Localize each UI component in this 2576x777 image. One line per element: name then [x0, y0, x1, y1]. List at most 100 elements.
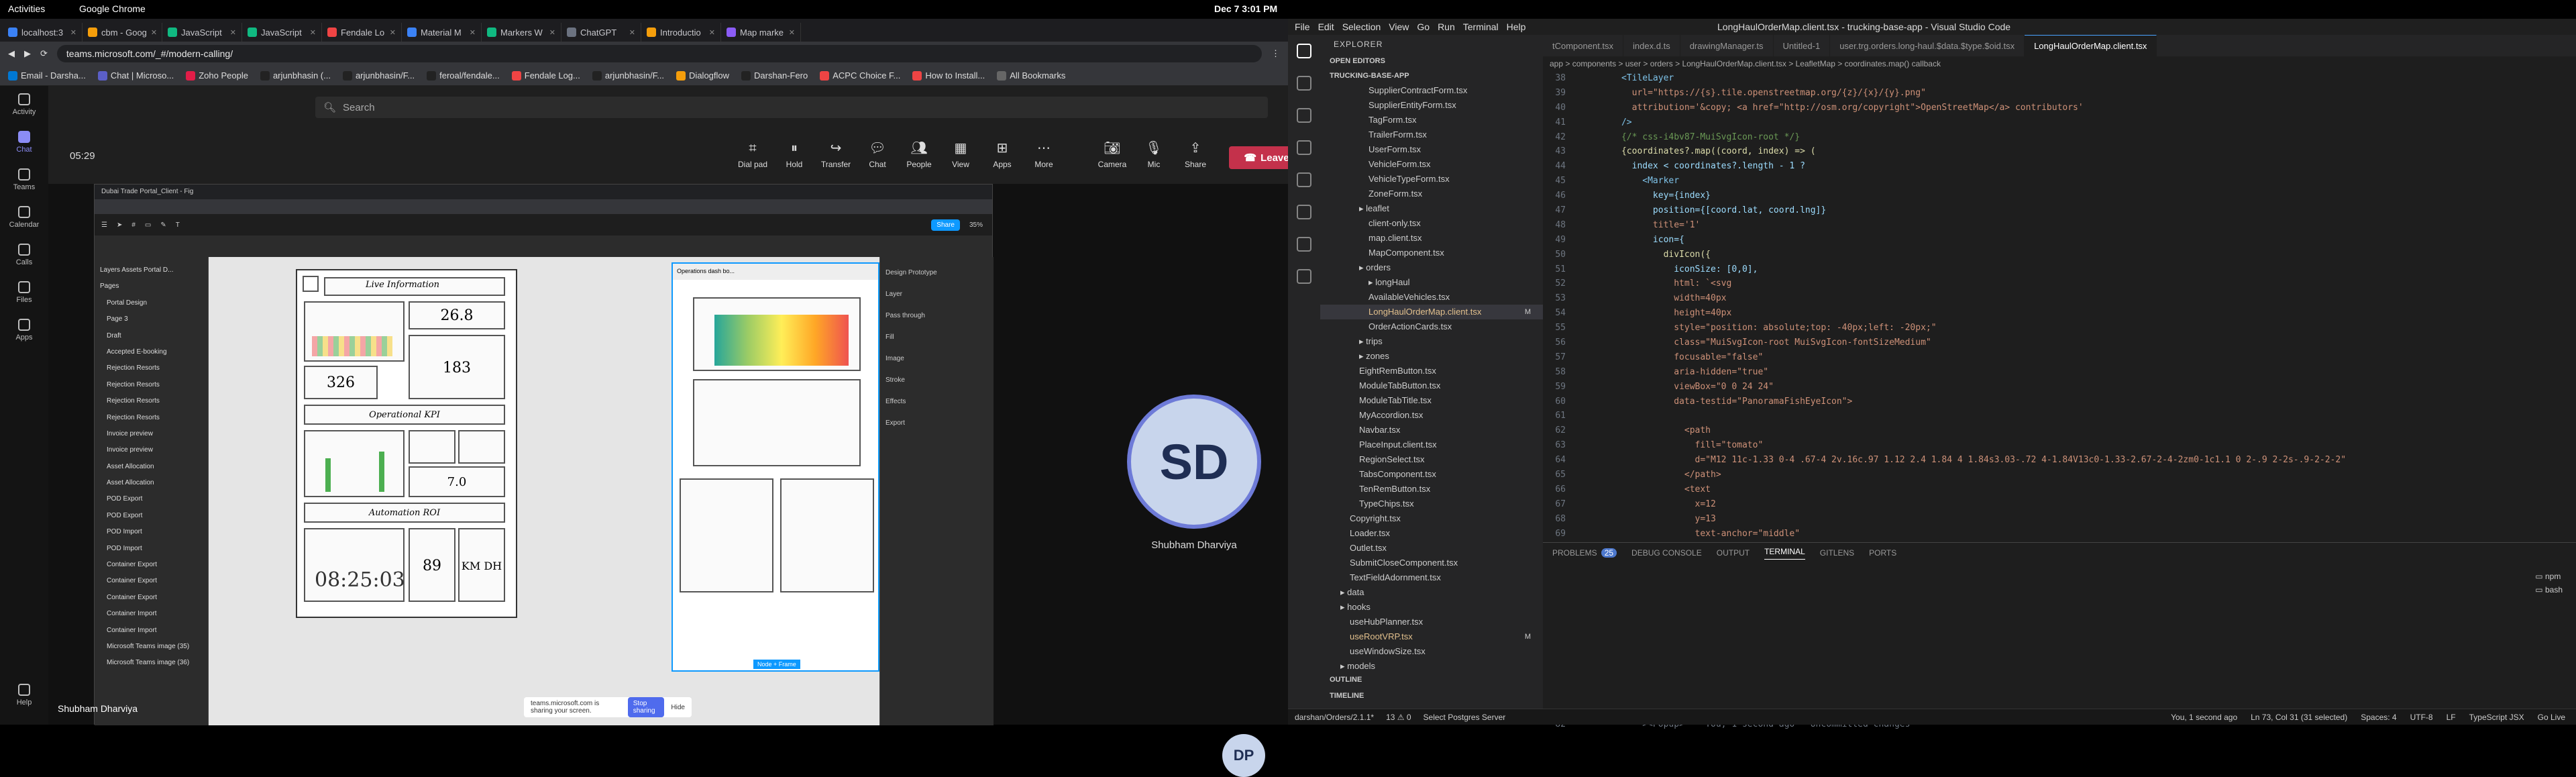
figma-share-button[interactable]: Share [931, 219, 960, 231]
tree-item[interactable]: OrderActionCards.tsx [1320, 319, 1543, 334]
tree-item[interactable]: TabsComponent.tsx [1320, 467, 1543, 482]
tree-item[interactable]: client-only.tsx [1320, 216, 1543, 231]
tree-item[interactable]: ▸ hooks [1320, 600, 1543, 615]
call-mic-button[interactable]: 🎙︎ Mic [1134, 141, 1174, 169]
menu-run[interactable]: Run [1438, 21, 1455, 32]
status-item[interactable]: Go Live [2538, 713, 2565, 722]
stop-sharing-button[interactable]: Stop sharing [627, 697, 665, 717]
git-branch[interactable]: darshan/Orders/2.1.1* [1295, 713, 1374, 722]
postgres-select[interactable]: Select Postgres Server [1424, 713, 1506, 722]
ops-dashboard-frame[interactable]: Operations dash bo... Node + Frame [672, 262, 879, 672]
layer-item[interactable]: POD Export [100, 491, 203, 507]
layer-item[interactable]: Container Export [100, 557, 203, 573]
search-icon[interactable] [1288, 67, 1320, 99]
tree-item[interactable]: MapComponent.tsx [1320, 246, 1543, 260]
call-more-button[interactable]: ⋯ More [1024, 141, 1064, 169]
tree-item[interactable]: SupplierEntityForm.tsx [1320, 98, 1543, 113]
bookmark[interactable]: Fendale Log... [511, 70, 580, 81]
browser-tab[interactable]: JavaScript ✕ [242, 23, 322, 42]
run-debug-icon[interactable] [1288, 132, 1320, 164]
open-editors-section[interactable]: OPEN EDITORS [1320, 54, 1543, 68]
testing-icon[interactable] [1288, 228, 1320, 260]
remote-icon[interactable] [1288, 196, 1320, 228]
activities-button[interactable]: Activities [8, 3, 45, 14]
layer-item[interactable]: Rejection Resorts [100, 410, 203, 426]
layer-item[interactable]: Asset Allocation [100, 459, 203, 475]
tree-item[interactable]: Navbar.tsx [1320, 423, 1543, 437]
call-people-button[interactable]: 👥︎ People [899, 141, 939, 169]
tree-item[interactable]: Outlet.tsx [1320, 541, 1543, 556]
layer-item[interactable]: POD Import [100, 541, 203, 557]
tree-item[interactable]: ▸ models [1320, 659, 1543, 674]
call-camera-button[interactable]: 📷︎ Camera [1092, 141, 1132, 169]
menu-view[interactable]: View [1389, 21, 1409, 32]
tree-item[interactable]: ModuleTabButton.tsx [1320, 378, 1543, 393]
shared-screen[interactable]: Dubai Trade Portal_Client - Fig ☰ ➤ # ▭ … [94, 184, 994, 725]
breadcrumb[interactable]: app > components > user > orders > LongH… [1543, 56, 2576, 71]
tree-item[interactable]: AvailableVehicles.tsx [1320, 290, 1543, 305]
browser-tab[interactable]: cbm - Goog ✕ [83, 23, 162, 42]
source-control-icon[interactable] [1288, 99, 1320, 132]
tree-item[interactable]: TypeChips.tsx [1320, 497, 1543, 511]
figma-menu-icon[interactable]: ☰ [101, 221, 107, 229]
tree-item[interactable]: Copyright.tsx [1320, 511, 1543, 526]
status-item[interactable]: UTF-8 [2410, 713, 2433, 722]
close-icon[interactable]: ✕ [549, 28, 555, 37]
layer-item[interactable]: Microsoft Teams image (35) [100, 639, 203, 655]
editor-tab[interactable]: tComponent.tsx [1543, 35, 1624, 56]
panel-tab-problems[interactable]: PROBLEMS [1552, 548, 1597, 558]
figma-canvas[interactable]: Live Information 26.8 326 183 Operationa… [209, 257, 879, 725]
problems-indicator[interactable]: 13 ⚠ 0 [1386, 713, 1411, 722]
bookmark[interactable]: ACPC Choice F... [820, 70, 900, 81]
bookmark[interactable]: arjunbhasin (... [260, 70, 331, 81]
layer-item[interactable]: Page 3 [100, 311, 203, 327]
hide-button[interactable]: Hide [671, 704, 685, 711]
layer-item[interactable]: Container Import [100, 606, 203, 622]
rail-chat[interactable]: Chat [0, 123, 48, 161]
status-item[interactable]: You, 1 second ago [2171, 713, 2237, 722]
call-transfer-button[interactable]: ↪ Transfer [816, 141, 856, 169]
tree-item[interactable]: useHubPlanner.tsx [1320, 615, 1543, 629]
browser-tab[interactable]: ChatGPT ✕ [561, 23, 641, 42]
bookmark[interactable]: All Bookmarks [997, 70, 1065, 81]
menu-file[interactable]: File [1295, 21, 1310, 32]
design-prop[interactable]: Effects [885, 391, 988, 413]
menu-go[interactable]: Go [1417, 21, 1430, 32]
panel-tab-ports[interactable]: PORTS [1869, 548, 1896, 558]
layer-item[interactable]: Rejection Resorts [100, 377, 203, 393]
tree-item[interactable]: Loader.tsx [1320, 526, 1543, 541]
tree-item[interactable]: ▸ data [1320, 585, 1543, 600]
bookmark[interactable]: Zoho People [186, 70, 248, 81]
browser-tab[interactable]: localhost:3 ✕ [3, 23, 83, 42]
close-icon[interactable]: ✕ [789, 28, 795, 37]
editor-tab[interactable]: user.trg.orders.long-haul.$data.$type.$o… [1830, 35, 2025, 56]
tree-item[interactable]: SupplierContractForm.tsx [1320, 83, 1543, 98]
tree-item[interactable]: PlaceInput.client.tsx [1320, 437, 1543, 452]
tree-item[interactable]: SubmitCloseComponent.tsx [1320, 556, 1543, 570]
design-prop[interactable]: Pass through [885, 305, 988, 327]
layer-item[interactable]: POD Export [100, 508, 203, 524]
tree-item[interactable]: map.client.tsx [1320, 231, 1543, 246]
bookmark[interactable]: Darshan-Fero [741, 70, 808, 81]
editor-tab[interactable]: drawingManager.ts [1680, 35, 1774, 56]
tree-item[interactable]: RegionSelect.tsx [1320, 452, 1543, 467]
browser-tab[interactable]: Material M ✕ [402, 23, 482, 42]
editor-tab[interactable]: LongHaulOrderMap.client.tsx [2025, 35, 2157, 56]
browser-tab[interactable]: Fendale Lo ✕ [322, 23, 402, 42]
status-item[interactable]: Spaces: 4 [2361, 713, 2396, 722]
tree-item[interactable]: TagForm.tsx [1320, 113, 1543, 127]
sketch-frame[interactable]: Live Information 26.8 326 183 Operationa… [296, 269, 517, 618]
layer-item[interactable]: Microsoft Teams image (36) [100, 655, 203, 671]
extensions-icon[interactable]: ⋮ [1271, 48, 1280, 59]
terminal-instance[interactable]: ▭ bash [2535, 583, 2563, 597]
tree-item[interactable]: TextFieldAdornment.tsx [1320, 570, 1543, 585]
menu-edit[interactable]: Edit [1318, 21, 1334, 32]
teams-search[interactable]: 🔍︎ Search [315, 97, 1268, 118]
project-section[interactable]: TRUCKING-BASE-APP [1320, 68, 1543, 83]
reload-icon[interactable]: ⟳ [40, 48, 48, 59]
tree-item[interactable]: ▸ orders [1320, 260, 1543, 275]
design-prop[interactable]: Fill [885, 327, 988, 348]
status-item[interactable]: TypeScript JSX [2469, 713, 2524, 722]
figma-frame-icon[interactable]: # [131, 221, 136, 229]
menu-terminal[interactable]: Terminal [1463, 21, 1499, 32]
